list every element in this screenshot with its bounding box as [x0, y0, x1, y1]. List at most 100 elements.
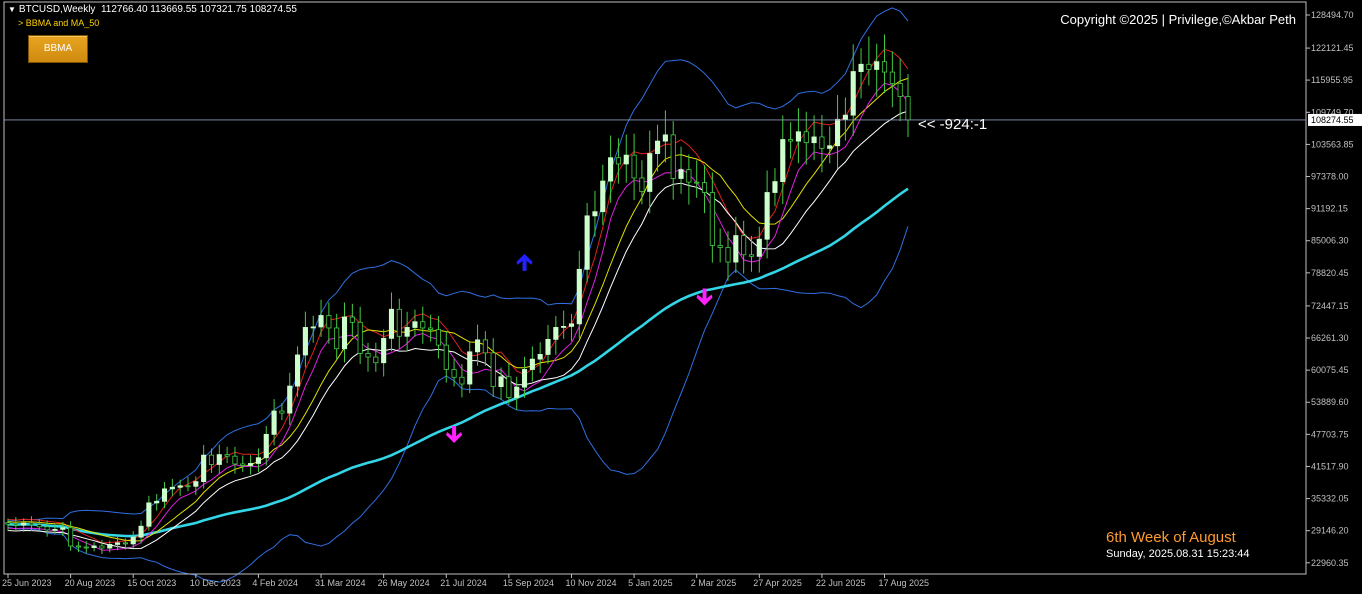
- candle-body: [122, 542, 128, 545]
- candle-body: [130, 536, 136, 545]
- candle-body: [146, 502, 152, 527]
- x-tick-label: 17 Aug 2025: [879, 578, 930, 588]
- candle-body: [819, 136, 825, 149]
- candle-body: [709, 192, 715, 246]
- candle-body: [13, 523, 19, 526]
- candle-body: [271, 410, 277, 435]
- candle-body: [764, 192, 770, 240]
- candle-body: [725, 247, 731, 263]
- candle-body: [404, 327, 410, 337]
- x-tick-label: 22 Jun 2025: [816, 578, 866, 588]
- candle-body: [795, 131, 801, 142]
- candle-body: [514, 386, 520, 398]
- y-tick-label: 41517.90: [1311, 461, 1349, 471]
- candle-body: [788, 139, 794, 142]
- candle-body: [36, 524, 42, 528]
- collapse-triangle-icon[interactable]: ▼: [8, 5, 16, 14]
- candle-body: [75, 545, 81, 548]
- candle-body: [881, 61, 888, 73]
- candle-body: [334, 327, 340, 350]
- candle-body: [52, 528, 58, 531]
- candle-body: [154, 500, 160, 504]
- x-tick-label: 10 Dec 2023: [190, 578, 241, 588]
- candle-body: [741, 235, 747, 256]
- candle-body: [138, 525, 144, 538]
- candle-body: [811, 136, 817, 144]
- candle-body: [694, 181, 700, 184]
- candle-body: [506, 376, 512, 398]
- x-tick-label: 2 Mar 2025: [691, 578, 737, 588]
- candle-body: [889, 71, 895, 84]
- candle-body: [248, 463, 254, 466]
- candle-body: [467, 351, 473, 385]
- candle-body: [263, 433, 269, 459]
- candle-body: [662, 134, 668, 142]
- y-tick-label: 78820.45: [1311, 268, 1349, 278]
- candle-body: [208, 454, 215, 465]
- candle-body: [866, 63, 872, 70]
- y-tick-label: 115955.95: [1311, 75, 1353, 85]
- candle-body: [615, 157, 621, 165]
- price-annotation: << -924:-1: [918, 116, 988, 133]
- indicator-label: > BBMA and MA_50: [18, 18, 100, 28]
- bbma-button[interactable]: BBMA: [28, 35, 88, 63]
- candle-body: [897, 83, 903, 97]
- candle-body: [521, 369, 528, 388]
- candle-body: [905, 96, 911, 121]
- x-tick-label: 15 Sep 2024: [503, 578, 554, 588]
- y-tick-label: 122121.45: [1311, 43, 1354, 53]
- candle-body: [381, 337, 387, 364]
- candle-body: [44, 526, 50, 531]
- y-tick-label: 22960.35: [1311, 558, 1349, 568]
- candle-body: [177, 485, 183, 488]
- candle-body: [193, 481, 199, 487]
- x-tick-label: 21 Jul 2024: [440, 578, 487, 588]
- candle-body: [874, 61, 880, 70]
- candle-body: [107, 544, 113, 549]
- candle-body: [733, 235, 739, 263]
- candle-body: [5, 522, 11, 525]
- x-tick-label: 4 Feb 2024: [252, 578, 298, 588]
- candle-body: [326, 315, 332, 329]
- candle-body: [490, 352, 496, 388]
- candle-body: [639, 177, 645, 192]
- week-label: 6th Week of August: [1106, 529, 1236, 546]
- chart-window: 128494.70 122121.45 115955.95 109749.70 1035…: [0, 0, 1362, 594]
- copyright-text: Copyright ©2025 | Privilege,©Akbar Peth: [1060, 12, 1296, 27]
- candle-body: [295, 354, 301, 387]
- y-tick-label: 35332.05: [1311, 494, 1349, 504]
- y-tick-label: 128494.70: [1311, 10, 1354, 20]
- y-tick-label: 66261.30: [1311, 333, 1349, 343]
- candle-body: [592, 211, 598, 217]
- datetime-label: Sunday, 2025.08.31 15:23:44: [1106, 548, 1250, 560]
- candle-body: [21, 522, 27, 526]
- candle-body: [475, 339, 481, 353]
- candle-body: [568, 323, 575, 327]
- candle-body: [576, 268, 582, 325]
- candle-body: [529, 358, 535, 370]
- candle-body: [772, 181, 778, 193]
- symbol-label: BTCUSD,Weekly: [18, 4, 96, 15]
- candle-body: [341, 316, 348, 350]
- candle-body: [553, 327, 559, 340]
- y-tick-label: 60075.45: [1311, 365, 1349, 375]
- candle-body: [608, 157, 614, 182]
- candle-body: [396, 308, 402, 337]
- candle-body: [670, 134, 676, 179]
- price-badge-label: 108274.55: [1311, 115, 1354, 125]
- candle-body: [561, 326, 567, 328]
- candle-body: [279, 410, 285, 414]
- y-tick-label: 47703.75: [1311, 429, 1349, 439]
- y-tick-label: 72447.15: [1311, 301, 1349, 311]
- x-tick-label: 20 Aug 2023: [65, 578, 116, 588]
- candle-body: [451, 369, 457, 378]
- candle-body: [169, 486, 175, 490]
- candle-body: [717, 245, 723, 248]
- candle-body: [287, 385, 293, 414]
- x-tick-label: 5 Jan 2025: [628, 578, 673, 588]
- candle-body: [803, 131, 809, 144]
- candle-body: [858, 63, 864, 72]
- y-tick-label: 103563.85: [1311, 139, 1354, 149]
- candle-body: [83, 546, 89, 549]
- x-tick-label: 15 Oct 2023: [127, 578, 176, 588]
